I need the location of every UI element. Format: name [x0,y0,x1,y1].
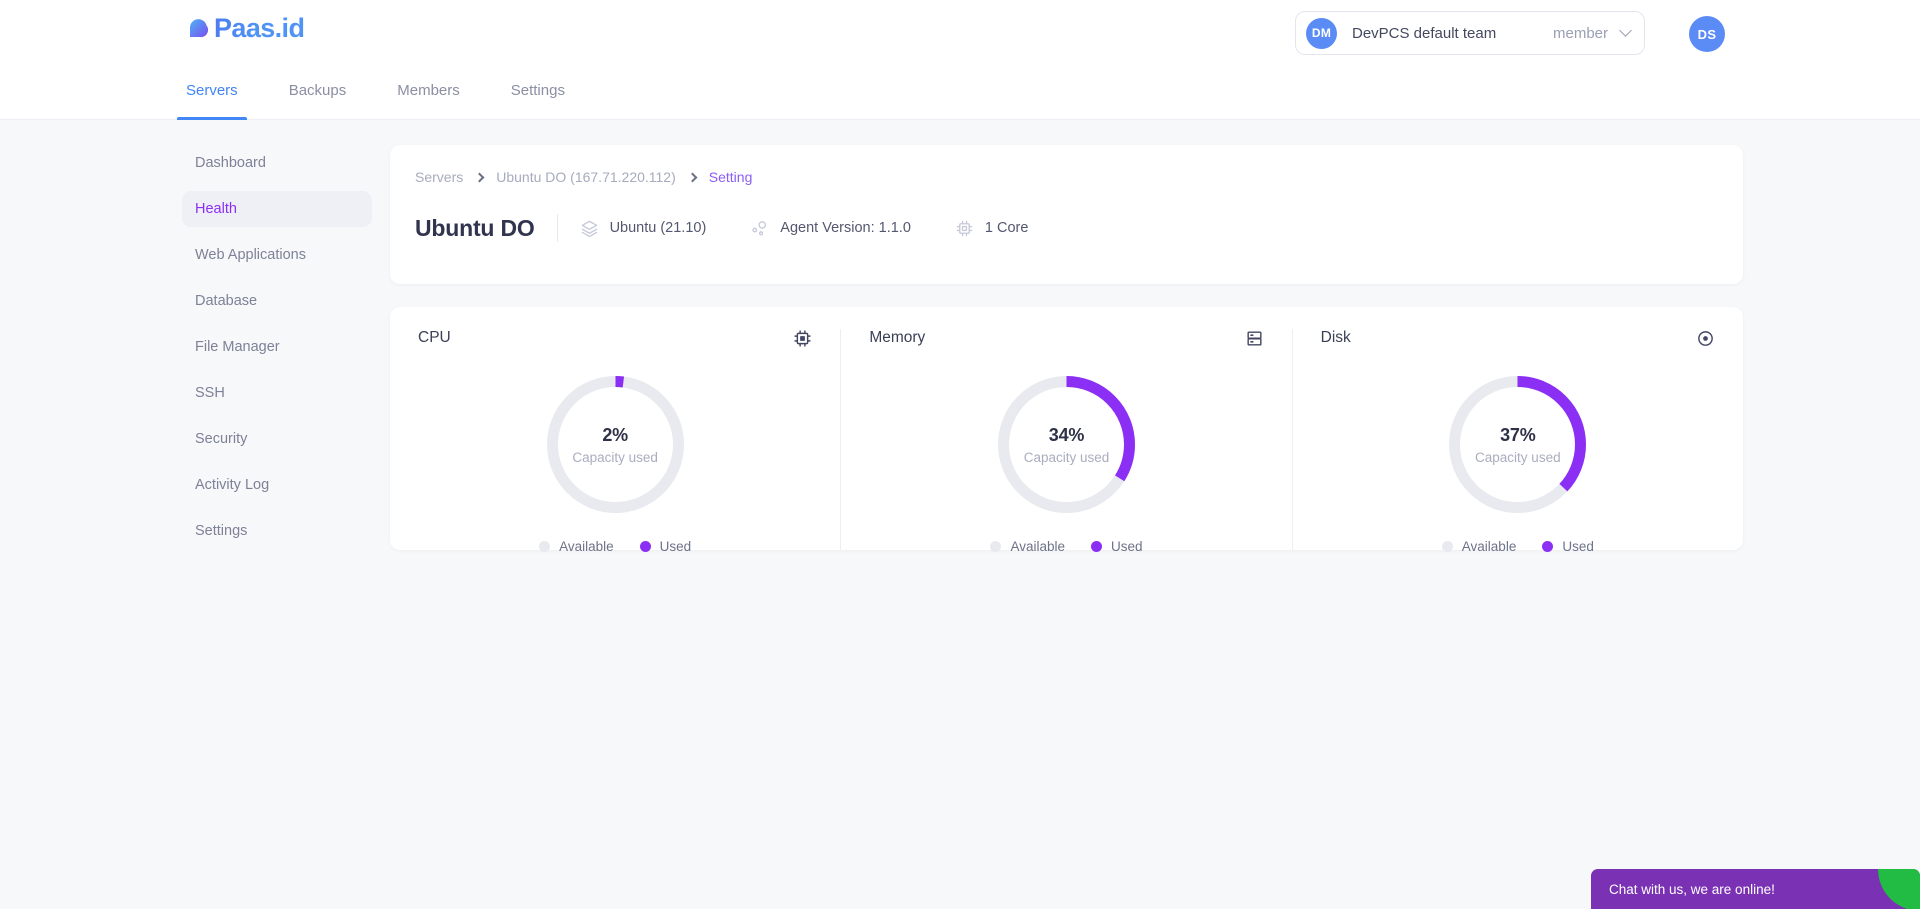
sidebar-item-web-applications[interactable]: Web Applications [182,237,372,273]
sidebar-item-activity-log[interactable]: Activity Log [182,467,372,503]
disk-capacity-label: Capacity used [1475,449,1561,465]
legend-label-available: Available [1461,539,1517,554]
metric-memory-header: Memory [869,329,1263,351]
legend-label-used: Used [659,539,692,554]
legend-item: Available [539,539,614,554]
metric-memory: Memory 34% Capacity used Available Used [840,329,1291,554]
tab-members[interactable]: Members [397,69,460,120]
legend-item: Used [639,539,692,554]
page-title: Ubuntu DO [415,214,535,241]
memory-percent: 34% [1048,424,1085,445]
cpu-legend: Available Used [418,539,812,554]
sidebar: Dashboard Health Web Applications Databa… [182,145,372,559]
meta-os: Ubuntu (21.10) [580,219,707,238]
brand-logo[interactable]: Paas.id [186,13,305,43]
legend-label-available: Available [559,539,614,554]
sidebar-item-health[interactable]: Health [182,191,372,227]
legend-swatch-used [639,541,651,552]
tab-settings[interactable]: Settings [511,69,565,120]
legend-swatch-available [990,541,1002,552]
memory-donut-center: 34% Capacity used [995,373,1138,516]
team-role: member [1552,24,1608,42]
legend-item: Used [1091,539,1143,554]
breadcrumb: Servers Ubuntu DO (167.71.220.112) Setti… [415,167,1718,187]
legend-label-used: Used [1562,539,1594,554]
meta-os-label: Ubuntu (21.10) [609,220,707,236]
memory-legend: Available Used [869,539,1263,554]
team-name: DevPCS default team [1352,24,1497,42]
sidebar-item-dashboard[interactable]: Dashboard [182,145,372,181]
tab-backups[interactable]: Backups [289,69,347,120]
sidebar-item-database[interactable]: Database [182,283,372,319]
team-switcher[interactable]: DM DevPCS default team member [1295,11,1645,55]
disk-donut-chart: 37% Capacity used [1446,373,1589,516]
disk-percent: 37% [1500,424,1536,445]
layers-icon [581,220,597,237]
chat-online-indicator-icon [1878,869,1920,909]
meta-agent-version: Agent Version: 1.1.0 [750,219,911,238]
metric-cpu: CPU 2% Capacity used Available Used [390,329,840,554]
memory-capacity-label: Capacity used [1023,449,1110,465]
sidebar-item-file-manager[interactable]: File Manager [182,329,372,365]
metric-disk-header: Disk [1321,329,1715,351]
legend-swatch-used [1091,541,1102,552]
meta-cores: 1 Core [955,219,1029,238]
sidebar-item-settings[interactable]: Settings [182,513,372,549]
legend-swatch-available [539,541,551,552]
meta-cores-label: 1 Core [984,220,1029,236]
top-bar: Paas.id DM DevPCS default team member DS [0,0,1920,69]
sidebar-item-security[interactable]: Security [182,421,372,457]
chevron-right-icon [474,172,485,182]
chevron-right-icon [687,172,698,182]
cpu-donut-center: 2% Capacity used [544,373,687,516]
chat-widget-label: Chat with us, we are online! [1609,881,1775,897]
page-body: Dashboard Health Web Applications Databa… [0,120,1920,559]
legend-item: Used [1542,539,1594,554]
cpu-capacity-label: Capacity used [572,449,658,465]
metric-disk-title: Disk [1320,329,1351,346]
health-metrics-card: CPU 2% Capacity used Available Used Memo… [390,307,1743,554]
metric-cpu-title: CPU [418,329,451,346]
memory-donut-chart: 34% Capacity used [995,373,1138,516]
metric-cpu-header: CPU [418,329,812,351]
cpu-percent: 2% [602,424,628,445]
cloud-drop-icon [190,18,209,37]
disk-legend: Available Used [1321,539,1715,554]
breadcrumb-item-servers[interactable]: Servers [415,169,463,185]
metric-disk: Disk 37% Capacity used Available Used [1291,329,1743,554]
legend-item: Available [1441,539,1517,554]
legend-swatch-available [1441,541,1453,552]
server-summary-row: Ubuntu DO Ubuntu (21.10) Agent Version: … [415,213,1718,243]
divider [556,214,558,242]
avatar[interactable]: DS [1689,16,1725,52]
cpu-chip-icon [794,330,811,347]
content-area: Servers Ubuntu DO (167.71.220.112) Setti… [390,145,1743,559]
main-nav: Servers Backups Members Settings [0,69,1920,120]
tab-servers[interactable]: Servers [177,69,247,120]
legend-label-used: Used [1111,539,1143,554]
disk-donut-center: 37% Capacity used [1446,373,1589,516]
chevron-down-icon [1619,23,1632,37]
legend-label-available: Available [1010,539,1065,554]
cpu-chip-icon [956,220,973,236]
server-rack-icon [1247,331,1262,346]
breadcrumb-item-setting[interactable]: Setting [709,169,753,185]
team-avatar: DM [1306,17,1337,49]
sidebar-item-ssh[interactable]: SSH [182,375,372,411]
legend-swatch-used [1542,541,1554,552]
metric-memory-title: Memory [869,329,926,346]
breadcrumb-item-server[interactable]: Ubuntu DO (167.71.220.112) [496,169,676,185]
chat-widget[interactable]: Chat with us, we are online! [1591,869,1920,909]
nodes-icon [752,220,767,235]
legend-item: Available [990,539,1065,554]
disk-icon [1698,331,1713,346]
meta-agent-version-label: Agent Version: 1.1.0 [780,220,911,236]
brand-name: Paas.id [214,13,305,43]
cpu-donut-chart: 2% Capacity used [544,373,687,516]
server-header-card: Servers Ubuntu DO (167.71.220.112) Setti… [390,145,1743,284]
